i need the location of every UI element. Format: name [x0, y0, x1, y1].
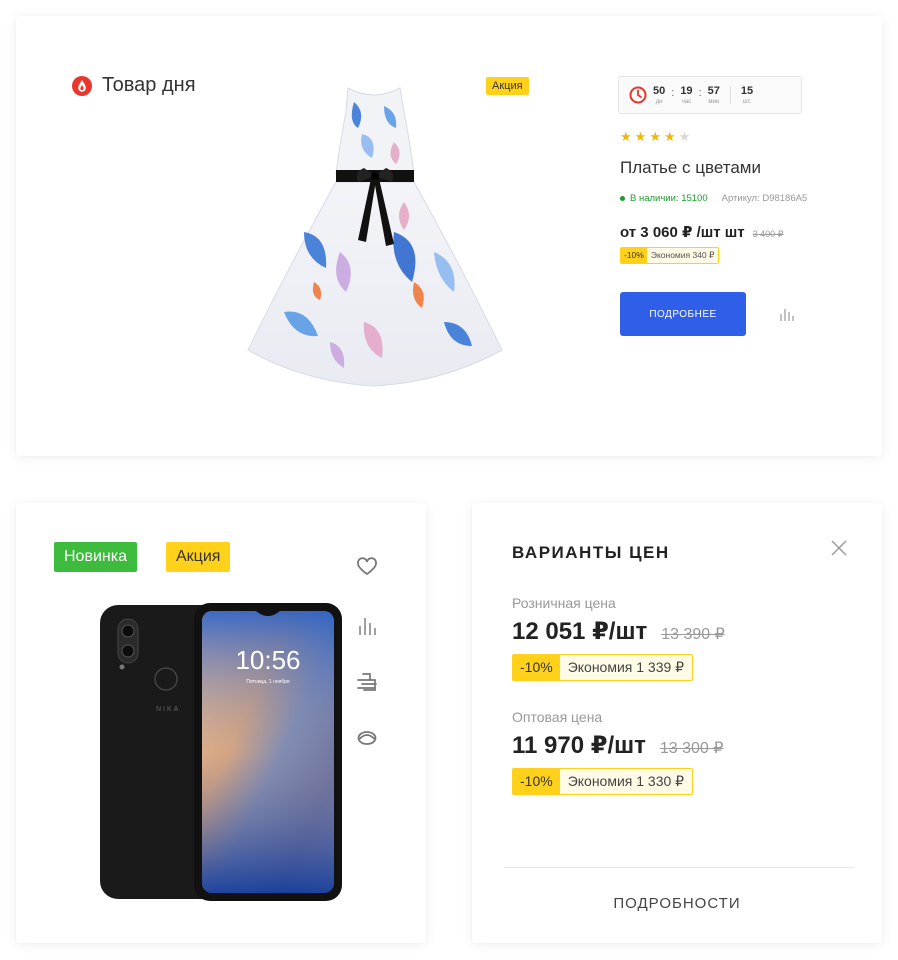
phone-date-text: Пятница, 1 ноября — [246, 679, 290, 685]
wholesale-savings-badge: -10% Экономия 1 330 ₽ — [512, 768, 694, 795]
star-icon: ★ — [663, 129, 679, 144]
discount-percent: -10% — [621, 248, 647, 263]
eye-icon[interactable] — [356, 727, 378, 749]
rating-stars: ★★★★★ — [620, 129, 693, 145]
product-name[interactable]: Платье с цветами — [620, 158, 761, 178]
quick-buy-icon[interactable] — [356, 671, 378, 693]
compare-icon[interactable] — [356, 615, 378, 637]
savings-amount: Экономия 340 ₽ — [646, 248, 719, 263]
drop-icon — [72, 75, 92, 96]
wholesale-old-price: 13 300 ₽ — [659, 740, 724, 757]
price-variants-card: ВАРИАНТЫ ЦЕН Розничная цена 12 051 ₽/шт … — [472, 503, 882, 943]
heart-icon[interactable] — [356, 556, 378, 578]
retail-savings: Экономия 1 339 ₽ — [559, 655, 693, 680]
wholesale-price-label: Оптовая цена — [512, 709, 603, 725]
star-icon: ★ — [649, 129, 664, 144]
product-of-day-title: Товар дня — [102, 74, 196, 96]
stock-info: В наличии: 15100 Артикул: D98186A5 — [620, 193, 807, 204]
phone-brand-text: NIKA — [156, 706, 180, 713]
old-price: 3 400 ₽ — [752, 229, 784, 239]
retail-discount: -10% — [513, 655, 560, 680]
article-number: Артикул: D98186A5 — [721, 193, 808, 204]
price-variants-title: ВАРИАНТЫ ЦЕН — [512, 543, 670, 562]
wholesale-price: 11 970 ₽/шт — [512, 732, 646, 759]
compare-icon[interactable] — [778, 306, 796, 322]
retail-price-block: Розничная цена 12 051 ₽/шт 13 390 ₽ -10%… — [512, 595, 725, 681]
retail-savings-badge: -10% Экономия 1 339 ₽ — [512, 654, 694, 681]
in-stock-dot-icon — [620, 196, 625, 201]
stock-status: В наличии: 15100 — [620, 193, 708, 204]
timer-days: 50 дн — [653, 84, 666, 105]
wholesale-price-block: Оптовая цена 11 970 ₽/шт 13 300 ₽ -10% Э… — [512, 709, 723, 795]
clock-icon — [629, 86, 647, 104]
retail-price: 12 051 ₽/шт — [512, 618, 648, 645]
star-icon: ★ — [634, 129, 650, 144]
timer-minutes: 57 мин — [707, 84, 720, 105]
close-icon[interactable] — [828, 537, 850, 559]
timer-hours: 19 час — [680, 84, 693, 105]
details-link[interactable]: ПОДРОБНОСТИ — [472, 895, 882, 912]
countdown-timer: 50 дн : 19 час : 57 мин 15 шт. — [618, 76, 802, 114]
details-button[interactable]: ПОДРОБНЕЕ — [620, 292, 746, 336]
product-of-day-heading: Товар дня — [72, 74, 196, 97]
star-icon: ★ — [620, 129, 635, 144]
phone-image[interactable]: NIKA 10:56 Пятница, 1 ноября — [96, 603, 344, 903]
phone-clock-text: 10:56 — [235, 645, 300, 675]
savings-badge: -10% Экономия 340 ₽ — [620, 247, 720, 264]
timer-count: 15 шт. — [740, 84, 754, 105]
promo-tag: Акция — [166, 542, 231, 572]
retail-price-label: Розничная цена — [512, 595, 616, 611]
wholesale-discount: -10% — [513, 769, 560, 794]
divider — [504, 867, 854, 868]
wholesale-savings: Экономия 1 330 ₽ — [559, 769, 693, 794]
product-of-day-card: Товар дня Акция 50 дн: 19 час: 57 мин … — [16, 16, 882, 456]
price-row: от 3 060 ₽ /шт шт 3 400 ₽ — [620, 223, 783, 241]
new-tag: Новинка — [54, 542, 137, 572]
current-price: от 3 060 ₽ /шт шт — [620, 224, 745, 241]
dress-image[interactable] — [244, 82, 506, 396]
retail-old-price: 13 390 ₽ — [661, 626, 725, 643]
star-icon: ★ — [678, 129, 694, 144]
phone-product-card: Новинка Акция NIKA 10:56 Пятница, 1 нояб… — [16, 503, 426, 943]
